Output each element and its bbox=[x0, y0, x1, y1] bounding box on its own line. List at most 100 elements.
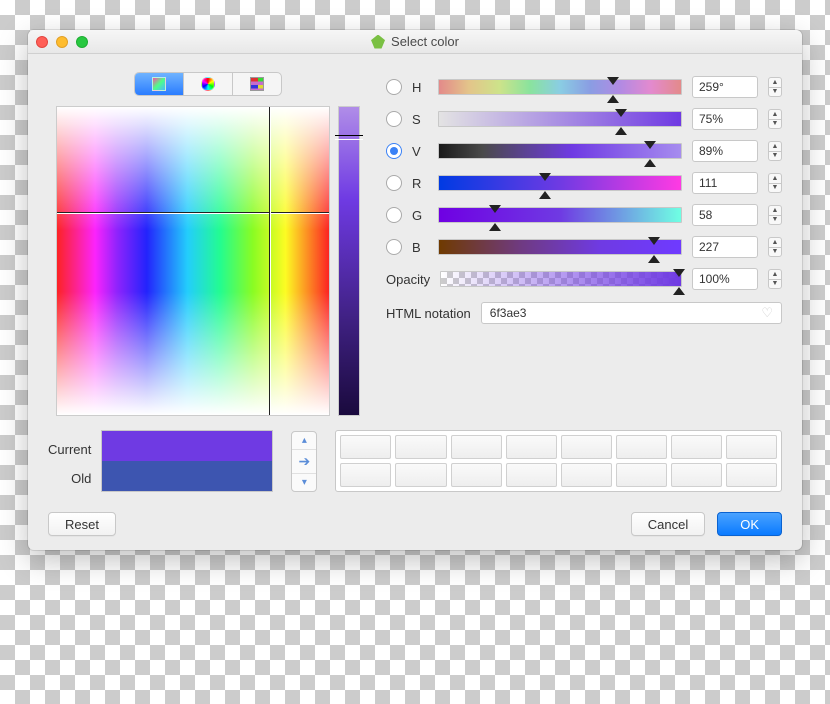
stepper-opacity[interactable]: ▲▼ bbox=[768, 269, 782, 289]
radio-b[interactable] bbox=[386, 239, 402, 255]
palette-cell[interactable] bbox=[395, 435, 446, 459]
slider-h[interactable] bbox=[438, 79, 682, 95]
slider-opacity[interactable] bbox=[440, 271, 682, 287]
traffic-lights bbox=[36, 36, 88, 48]
label-v: V bbox=[412, 144, 428, 159]
chevron-up-icon: ▲ bbox=[769, 270, 781, 280]
favorite-icon[interactable]: ♡ bbox=[761, 305, 773, 321]
old-label: Old bbox=[71, 471, 91, 486]
stepper-h[interactable]: ▲▼ bbox=[768, 77, 782, 97]
chevron-down-icon: ▼ bbox=[769, 152, 781, 161]
palette-cell[interactable] bbox=[671, 463, 722, 487]
radio-s[interactable] bbox=[386, 111, 402, 127]
palette-cell[interactable] bbox=[340, 435, 391, 459]
spin-b[interactable]: 227 bbox=[692, 236, 758, 258]
crosshair-h bbox=[57, 212, 329, 213]
chevron-down-icon: ▼ bbox=[769, 120, 781, 129]
html-row: HTML notation 6f3ae3 ♡ bbox=[386, 302, 782, 324]
crosshair-v bbox=[269, 107, 270, 415]
palette-cell[interactable] bbox=[506, 435, 557, 459]
window-title: Select color bbox=[28, 34, 802, 49]
spin-g[interactable]: 58 bbox=[692, 204, 758, 226]
chevron-up-icon: ▲ bbox=[769, 206, 781, 216]
html-input[interactable]: 6f3ae3 ♡ bbox=[481, 302, 782, 324]
radio-h[interactable] bbox=[386, 79, 402, 95]
palette-cell[interactable] bbox=[561, 435, 612, 459]
spin-v[interactable]: 89% bbox=[692, 140, 758, 162]
chevron-down-icon: ▼ bbox=[769, 88, 781, 97]
swatch-palette bbox=[335, 430, 782, 492]
stepper-r[interactable]: ▲▼ bbox=[768, 173, 782, 193]
stepper-s[interactable]: ▲▼ bbox=[768, 109, 782, 129]
stepper-v[interactable]: ▲▼ bbox=[768, 141, 782, 161]
palette-cell[interactable] bbox=[726, 463, 777, 487]
chevron-down-icon: ▼ bbox=[769, 280, 781, 289]
radio-v[interactable] bbox=[386, 143, 402, 159]
current-old-swatches bbox=[101, 430, 273, 492]
label-r: R bbox=[412, 176, 428, 191]
current-swatch[interactable] bbox=[102, 431, 272, 461]
palette-cell[interactable] bbox=[561, 463, 612, 487]
slider-g[interactable] bbox=[438, 207, 682, 223]
channel-row-b: B 227 ▲▼ bbox=[386, 236, 782, 258]
color-picker-window: Select color bbox=[28, 30, 802, 550]
color-canvas[interactable] bbox=[56, 106, 330, 416]
titlebar[interactable]: Select color bbox=[28, 30, 802, 54]
swap-arrows[interactable]: ▴ ➔ ▾ bbox=[291, 431, 317, 492]
app-icon bbox=[371, 35, 385, 49]
old-swatch[interactable] bbox=[102, 461, 272, 491]
radio-g[interactable] bbox=[386, 207, 402, 223]
palette-cell[interactable] bbox=[616, 463, 667, 487]
palette-cell[interactable] bbox=[671, 435, 722, 459]
channel-row-g: G 58 ▲▼ bbox=[386, 204, 782, 226]
channel-row-s: S 75% ▲▼ bbox=[386, 108, 782, 130]
chevron-up-icon: ▲ bbox=[769, 142, 781, 152]
arrow-right-icon[interactable]: ➔ bbox=[292, 449, 316, 474]
mode-hsv-tab[interactable] bbox=[135, 73, 183, 95]
chevron-down-icon[interactable]: ▾ bbox=[292, 474, 316, 491]
chevron-down-icon: ▼ bbox=[769, 216, 781, 225]
channel-row-r: R 111 ▲▼ bbox=[386, 172, 782, 194]
mode-wheel-tab[interactable] bbox=[183, 73, 232, 95]
radio-r[interactable] bbox=[386, 175, 402, 191]
minimize-icon[interactable] bbox=[56, 36, 68, 48]
slider-s[interactable] bbox=[438, 111, 682, 127]
slider-r[interactable] bbox=[438, 175, 682, 191]
mode-palette-tab[interactable] bbox=[232, 73, 281, 95]
palette-cell[interactable] bbox=[451, 463, 502, 487]
channel-row-v: V 89% ▲▼ bbox=[386, 140, 782, 162]
stepper-b[interactable]: ▲▼ bbox=[768, 237, 782, 257]
slider-v[interactable] bbox=[438, 143, 682, 159]
spin-s[interactable]: 75% bbox=[692, 108, 758, 130]
hsv-icon bbox=[152, 77, 166, 91]
chevron-up-icon: ▲ bbox=[769, 238, 781, 248]
label-g: G bbox=[412, 208, 428, 223]
cancel-button[interactable]: Cancel bbox=[631, 512, 705, 536]
spin-opacity[interactable]: 100% bbox=[692, 268, 758, 290]
spin-h[interactable]: 259° bbox=[692, 76, 758, 98]
stepper-g[interactable]: ▲▼ bbox=[768, 205, 782, 225]
close-icon[interactable] bbox=[36, 36, 48, 48]
html-label: HTML notation bbox=[386, 306, 471, 321]
palette-cell[interactable] bbox=[726, 435, 777, 459]
zoom-icon[interactable] bbox=[76, 36, 88, 48]
chevron-up-icon: ▲ bbox=[769, 174, 781, 184]
label-h: H bbox=[412, 80, 428, 95]
spin-r[interactable]: 111 bbox=[692, 172, 758, 194]
ok-button[interactable]: OK bbox=[717, 512, 782, 536]
slider-b[interactable] bbox=[438, 239, 682, 255]
opacity-row: Opacity 100% ▲▼ bbox=[386, 268, 782, 290]
reset-button[interactable]: Reset bbox=[48, 512, 116, 536]
palette-cell[interactable] bbox=[616, 435, 667, 459]
opacity-label: Opacity bbox=[386, 272, 430, 287]
chevron-up-icon: ▲ bbox=[769, 110, 781, 120]
palette-cell[interactable] bbox=[340, 463, 391, 487]
palette-cell[interactable] bbox=[506, 463, 557, 487]
value-strip[interactable] bbox=[338, 106, 360, 416]
palette-cell[interactable] bbox=[451, 435, 502, 459]
chevron-down-icon: ▼ bbox=[769, 248, 781, 257]
chevron-up-icon[interactable]: ▴ bbox=[292, 432, 316, 449]
label-b: B bbox=[412, 240, 428, 255]
picker-mode-segmented[interactable] bbox=[134, 72, 282, 96]
palette-cell[interactable] bbox=[395, 463, 446, 487]
